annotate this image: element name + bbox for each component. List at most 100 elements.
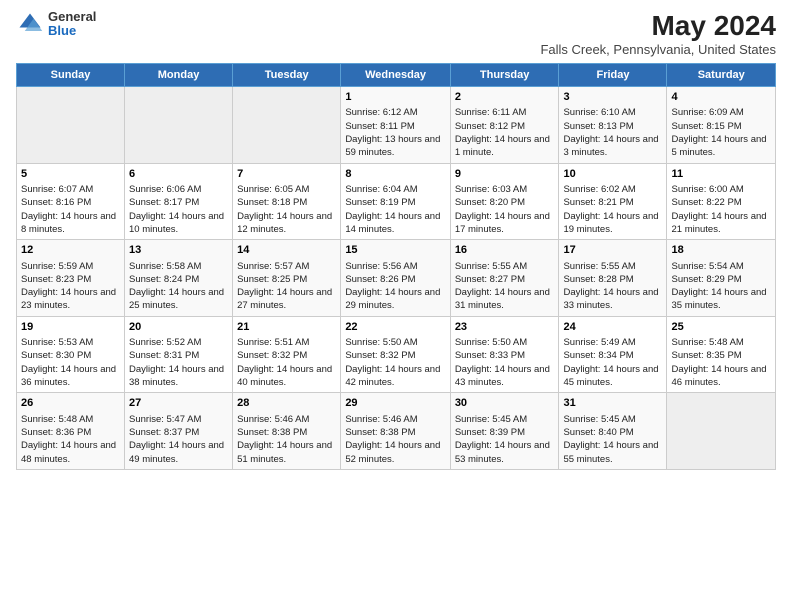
day-info: Sunrise: 5:55 AMSunset: 8:28 PMDaylight:… (563, 260, 662, 313)
day-number: 13 (129, 243, 228, 258)
day-cell: 23Sunrise: 5:50 AMSunset: 8:33 PMDayligh… (450, 316, 559, 393)
day-cell: 8Sunrise: 6:04 AMSunset: 8:19 PMDaylight… (341, 163, 451, 240)
week-row-5: 26Sunrise: 5:48 AMSunset: 8:36 PMDayligh… (17, 393, 776, 470)
day-cell: 26Sunrise: 5:48 AMSunset: 8:36 PMDayligh… (17, 393, 125, 470)
day-cell: 14Sunrise: 5:57 AMSunset: 8:25 PMDayligh… (233, 240, 341, 317)
day-info: Sunrise: 5:47 AMSunset: 8:37 PMDaylight:… (129, 413, 228, 466)
day-number: 7 (237, 167, 336, 182)
main-title: May 2024 (540, 10, 776, 42)
day-info: Sunrise: 5:58 AMSunset: 8:24 PMDaylight:… (129, 260, 228, 313)
day-info: Sunrise: 6:05 AMSunset: 8:18 PMDaylight:… (237, 183, 336, 236)
day-info: Sunrise: 5:45 AMSunset: 8:40 PMDaylight:… (563, 413, 662, 466)
day-number: 24 (563, 320, 662, 335)
day-cell: 19Sunrise: 5:53 AMSunset: 8:30 PMDayligh… (17, 316, 125, 393)
col-header-friday: Friday (559, 64, 667, 87)
day-cell (17, 87, 125, 164)
col-header-saturday: Saturday (667, 64, 776, 87)
day-info: Sunrise: 5:46 AMSunset: 8:38 PMDaylight:… (237, 413, 336, 466)
day-cell: 1Sunrise: 6:12 AMSunset: 8:11 PMDaylight… (341, 87, 451, 164)
day-cell: 21Sunrise: 5:51 AMSunset: 8:32 PMDayligh… (233, 316, 341, 393)
day-cell: 27Sunrise: 5:47 AMSunset: 8:37 PMDayligh… (125, 393, 233, 470)
day-number: 4 (671, 90, 771, 105)
week-row-3: 12 Sunrise: 5:59 AMSunset: 8:23 PMDayligh… (17, 240, 776, 317)
day-cell: 7Sunrise: 6:05 AMSunset: 8:18 PMDaylight… (233, 163, 341, 240)
day-number: 21 (237, 320, 336, 335)
day-info: Sunrise: 6:12 AMSunset: 8:11 PMDaylight:… (345, 106, 446, 159)
day-cell: 13 Sunrise: 5:58 AMSunset: 8:24 PMDayligh… (125, 240, 233, 317)
day-number: 6 (129, 167, 228, 182)
day-cell: 3Sunrise: 6:10 AMSunset: 8:13 PMDaylight… (559, 87, 667, 164)
day-number: 3 (563, 90, 662, 105)
day-info: Sunrise: 5:51 AMSunset: 8:32 PMDaylight:… (237, 336, 336, 389)
day-info: Sunrise: 5:50 AMSunset: 8:32 PMDaylight:… (345, 336, 446, 389)
col-header-wednesday: Wednesday (341, 64, 451, 87)
col-header-tuesday: Tuesday (233, 64, 341, 87)
day-number: 31 (563, 396, 662, 411)
header-row: SundayMondayTuesdayWednesdayThursdayFrid… (17, 64, 776, 87)
day-info: Sunrise: 5:55 AMSunset: 8:27 PMDaylight:… (455, 260, 555, 313)
day-cell: 18 Sunrise: 5:54 AMSunset: 8:29 PMDayligh… (667, 240, 776, 317)
week-row-4: 19Sunrise: 5:53 AMSunset: 8:30 PMDayligh… (17, 316, 776, 393)
day-info: Sunrise: 5:50 AMSunset: 8:33 PMDaylight:… (455, 336, 555, 389)
day-cell: 28 Sunrise: 5:46 AMSunset: 8:38 PMDayligh… (233, 393, 341, 470)
day-cell: 5Sunrise: 6:07 AMSunset: 8:16 PMDaylight… (17, 163, 125, 240)
day-cell: 9Sunrise: 6:03 AMSunset: 8:20 PMDaylight… (450, 163, 559, 240)
day-number: 18 (671, 243, 771, 258)
day-info: Sunrise: 6:10 AMSunset: 8:13 PMDaylight:… (563, 106, 662, 159)
col-header-thursday: Thursday (450, 64, 559, 87)
day-number: 22 (345, 320, 446, 335)
day-cell: 22Sunrise: 5:50 AMSunset: 8:32 PMDayligh… (341, 316, 451, 393)
col-header-sunday: Sunday (17, 64, 125, 87)
day-info: Sunrise: 5:46 AMSunset: 8:38 PMDaylight:… (345, 413, 446, 466)
day-info: Sunrise: 5:53 AMSunset: 8:30 PMDaylight:… (21, 336, 120, 389)
day-info: Sunrise: 5:48 AMSunset: 8:36 PMDaylight:… (21, 413, 120, 466)
day-info: Sunrise: 5:49 AMSunset: 8:34 PMDaylight:… (563, 336, 662, 389)
day-number: 2 (455, 90, 555, 105)
day-number: 8 (345, 167, 446, 182)
day-cell: 12 Sunrise: 5:59 AMSunset: 8:23 PMDayligh… (17, 240, 125, 317)
logo: General Blue (16, 10, 96, 39)
day-number: 16 (455, 243, 555, 258)
day-number: 10 (563, 167, 662, 182)
day-number: 14 (237, 243, 336, 258)
day-cell (233, 87, 341, 164)
day-info: Sunrise: 5:56 AMSunset: 8:26 PMDaylight:… (345, 260, 446, 313)
day-number: 15 (345, 243, 446, 258)
day-info: Sunrise: 5:45 AMSunset: 8:39 PMDaylight:… (455, 413, 555, 466)
page: General Blue May 2024 Falls Creek, Penns… (0, 0, 792, 612)
day-number: 25 (671, 320, 771, 335)
day-cell: 31 Sunrise: 5:45 AMSunset: 8:40 PMDayligh… (559, 393, 667, 470)
day-number: 12 (21, 243, 120, 258)
day-info: Sunrise: 6:02 AMSunset: 8:21 PMDaylight:… (563, 183, 662, 236)
day-number: 19 (21, 320, 120, 335)
day-cell: 24Sunrise: 5:49 AMSunset: 8:34 PMDayligh… (559, 316, 667, 393)
day-number: 30 (455, 396, 555, 411)
day-cell: 2Sunrise: 6:11 AMSunset: 8:12 PMDaylight… (450, 87, 559, 164)
day-info: Sunrise: 6:04 AMSunset: 8:19 PMDaylight:… (345, 183, 446, 236)
logo-text: General Blue (48, 10, 96, 39)
day-info: Sunrise: 5:59 AMSunset: 8:23 PMDaylight:… (21, 260, 120, 313)
week-row-2: 5Sunrise: 6:07 AMSunset: 8:16 PMDaylight… (17, 163, 776, 240)
day-info: Sunrise: 5:54 AMSunset: 8:29 PMDaylight:… (671, 260, 771, 313)
calendar-table: SundayMondayTuesdayWednesdayThursdayFrid… (16, 63, 776, 470)
day-cell: 15 Sunrise: 5:56 AMSunset: 8:26 PMDayligh… (341, 240, 451, 317)
sub-title: Falls Creek, Pennsylvania, United States (540, 42, 776, 57)
day-info: Sunrise: 6:03 AMSunset: 8:20 PMDaylight:… (455, 183, 555, 236)
logo-blue-text: Blue (48, 24, 96, 38)
header: General Blue May 2024 Falls Creek, Penns… (16, 10, 776, 57)
logo-general-text: General (48, 10, 96, 24)
col-header-monday: Monday (125, 64, 233, 87)
day-info: Sunrise: 6:07 AMSunset: 8:16 PMDaylight:… (21, 183, 120, 236)
day-number: 5 (21, 167, 120, 182)
day-number: 28 (237, 396, 336, 411)
day-info: Sunrise: 6:00 AMSunset: 8:22 PMDaylight:… (671, 183, 771, 236)
week-row-1: 1Sunrise: 6:12 AMSunset: 8:11 PMDaylight… (17, 87, 776, 164)
logo-icon (16, 10, 44, 38)
day-cell: 16 Sunrise: 5:55 AMSunset: 8:27 PMDayligh… (450, 240, 559, 317)
day-number: 9 (455, 167, 555, 182)
day-number: 1 (345, 90, 446, 105)
day-cell: 4Sunrise: 6:09 AMSunset: 8:15 PMDaylight… (667, 87, 776, 164)
title-block: May 2024 Falls Creek, Pennsylvania, Unit… (540, 10, 776, 57)
day-cell: 29Sunrise: 5:46 AMSunset: 8:38 PMDayligh… (341, 393, 451, 470)
day-cell: 30 Sunrise: 5:45 AMSunset: 8:39 PMDayligh… (450, 393, 559, 470)
